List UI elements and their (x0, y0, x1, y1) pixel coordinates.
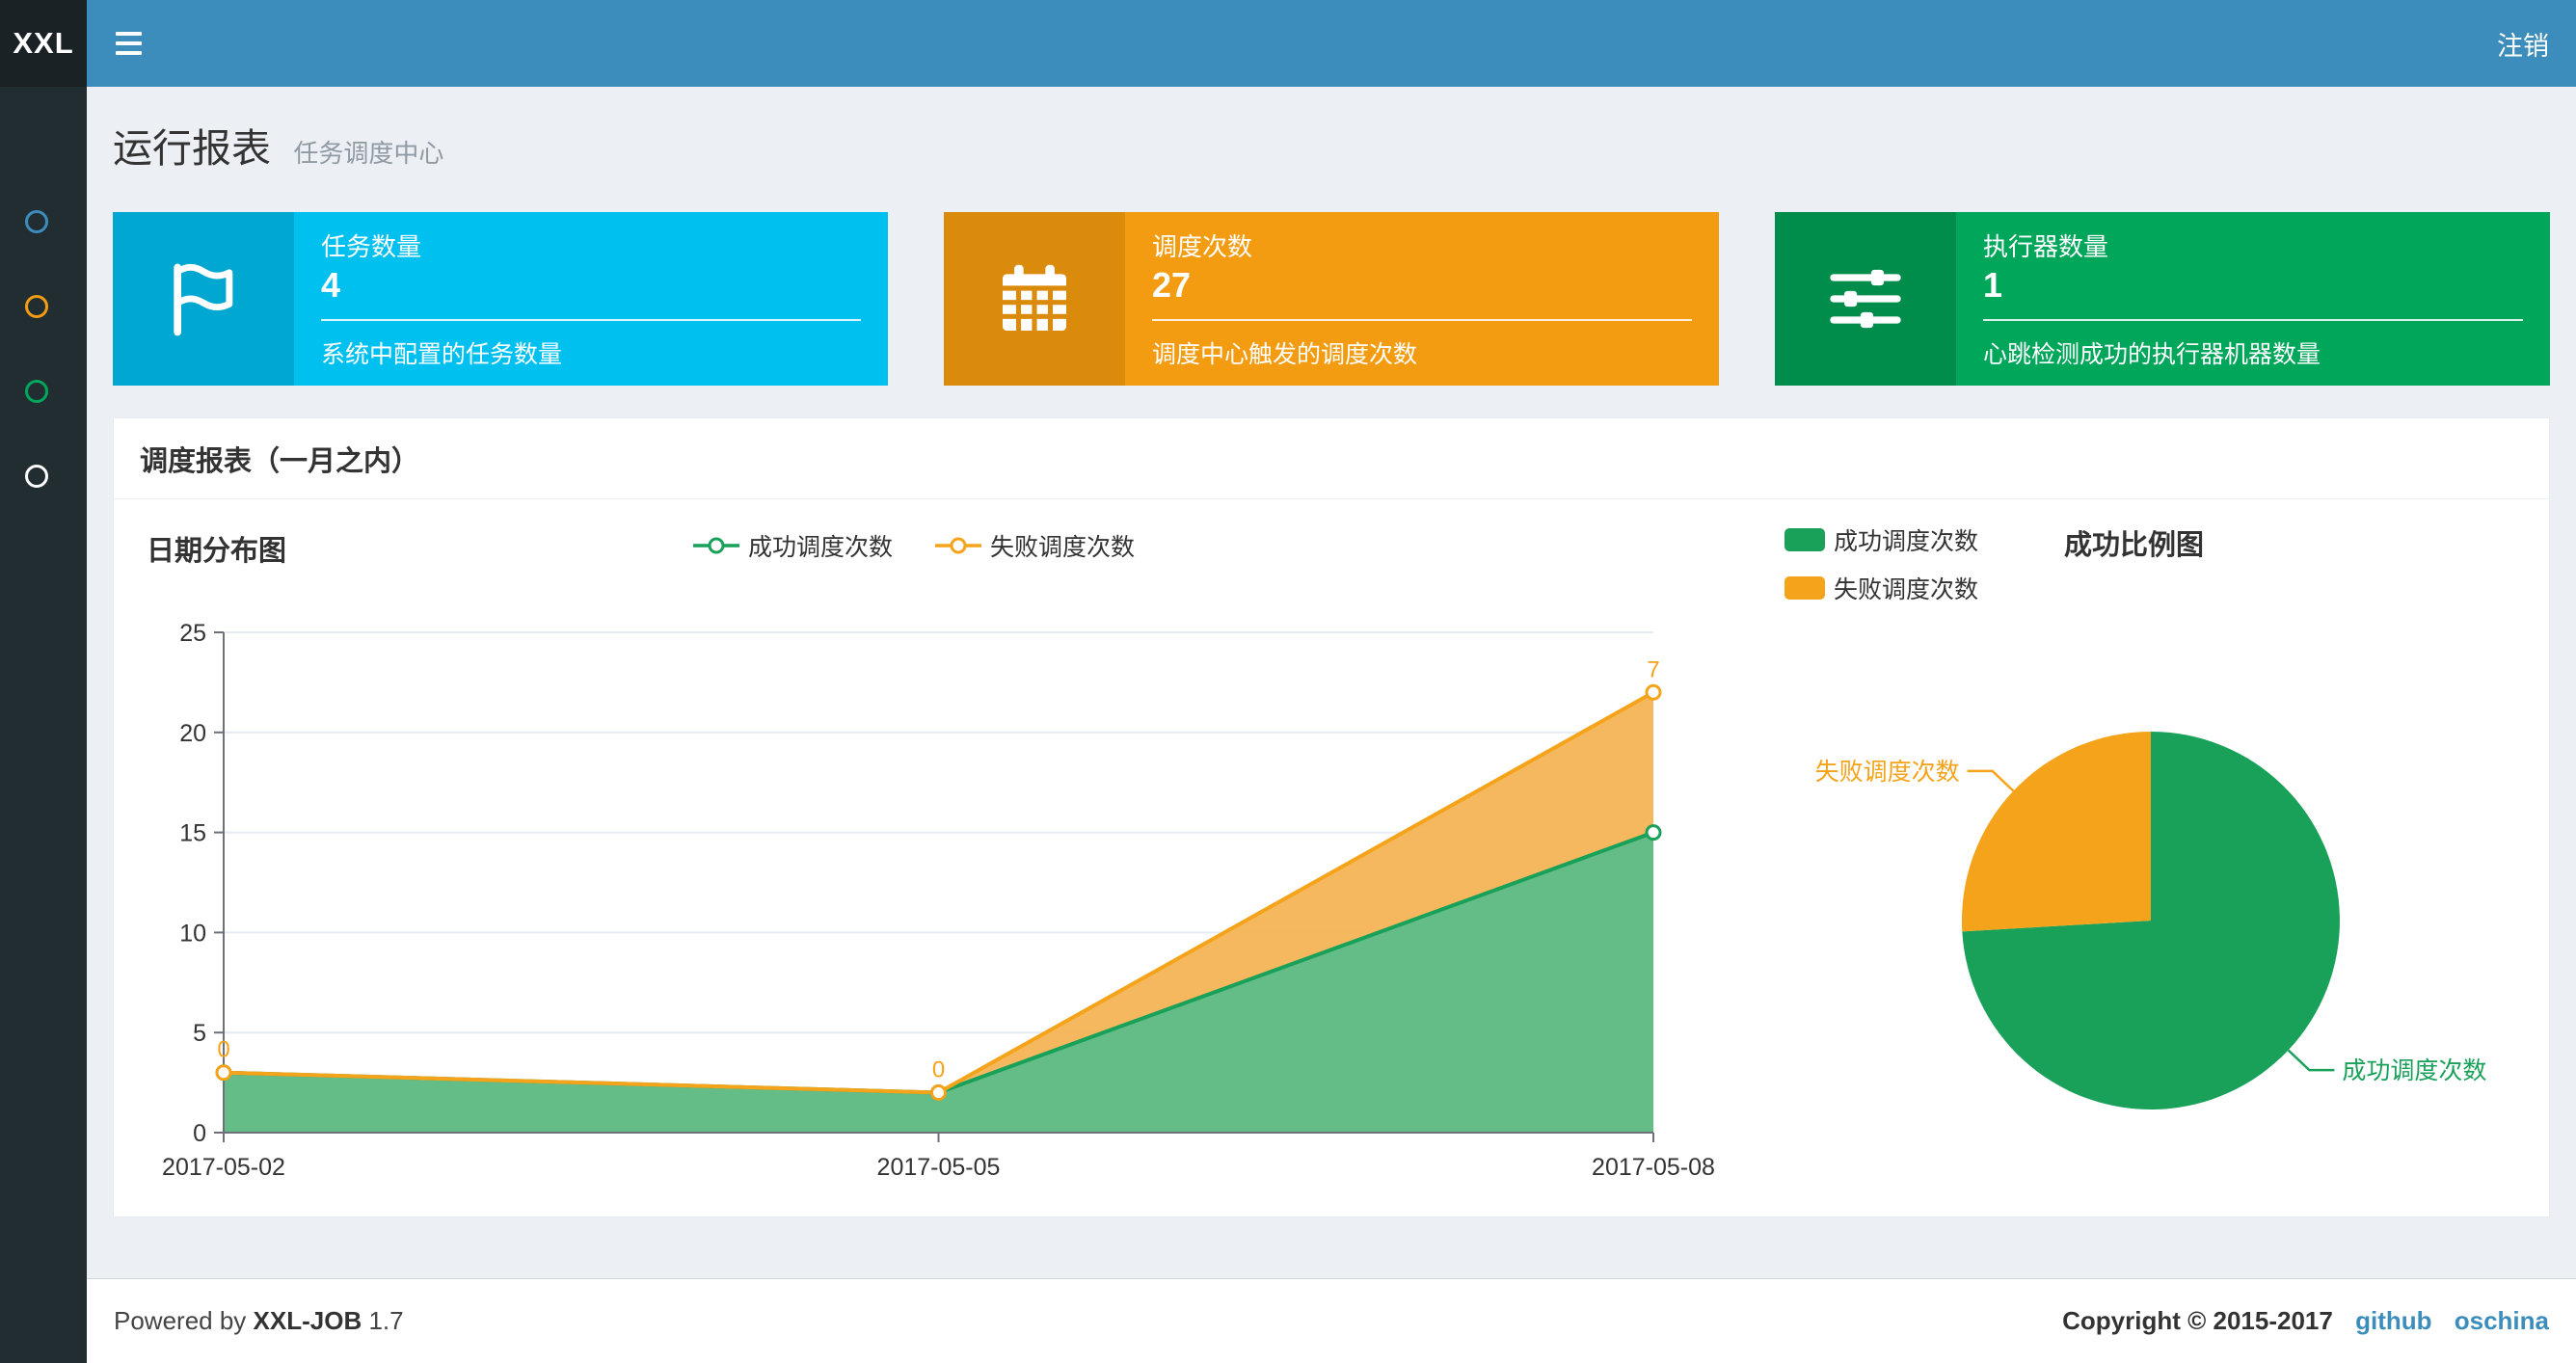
y-tick-label: 25 (179, 620, 206, 647)
info-box: 调度次数 27 调度中心触发的调度次数 (944, 212, 1719, 386)
pie-label: 失败调度次数 (1815, 759, 1960, 786)
info-box-value: 27 (1152, 265, 1192, 305)
sidebar-item-1[interactable] (0, 191, 87, 253)
chart-point (1645, 683, 1662, 701)
y-tick-label: 20 (179, 720, 206, 747)
sidebar (0, 87, 87, 1363)
hamburger-icon (115, 32, 142, 36)
circle-icon (25, 295, 48, 318)
navbar: 注销 (87, 0, 2576, 87)
report-panel: 调度报表（一月之内） 日期分布图 成功调度次数 失败调度次数 0 5 10 15 20 25… (113, 417, 2550, 1217)
info-box-desc: 调度中心触发的调度次数 (1152, 341, 1418, 368)
info-box-desc: 系统中配置的任务数量 (321, 341, 563, 368)
divider (321, 319, 861, 321)
calendar-icon (944, 212, 1125, 386)
y-tick-label: 0 (193, 1120, 206, 1147)
y-tick-label: 5 (193, 1020, 206, 1047)
point-label: 7 (1647, 656, 1659, 682)
pie-label: 成功调度次数 (2342, 1057, 2486, 1084)
powered-by: Powered by XXL-JOB 1.7 (114, 1306, 404, 1335)
info-box: 执行器数量 1 心跳检测成功的执行器机器数量 (1775, 212, 2550, 386)
pie-label-line (1967, 769, 2015, 792)
charts-area: 日期分布图 成功调度次数 失败调度次数 0 5 10 15 20 25 2017-05-02 2… (114, 499, 2549, 1216)
sliders-icon (1775, 212, 1956, 386)
copyright-text: Copyright © 2015-2017 (2062, 1306, 2333, 1335)
page-header: 运行报表 任务调度中心 (87, 87, 2576, 174)
sidebar-item-3[interactable] (0, 361, 87, 422)
sidebar-item-4[interactable] (0, 445, 87, 507)
sidebar-item-2[interactable] (0, 276, 87, 337)
chart-point (930, 1083, 947, 1101)
info-box-label: 执行器数量 (1983, 232, 2109, 261)
pie-slice (1961, 732, 2151, 932)
summary-boxes: 任务数量 4 系统中配置的任务数量 调度次数 27 调度中心触发的调度次数 执行… (113, 212, 2550, 386)
top-navbar: XXL 注销 (0, 0, 2576, 87)
info-box: 任务数量 4 系统中配置的任务数量 (113, 212, 888, 386)
info-box-desc: 心跳检测成功的执行器机器数量 (1983, 341, 2321, 368)
date-distribution-chart: 05101520252017-05-02 2017-05-05 2017-05-08… (162, 620, 1714, 1181)
success-ratio-pie-chart: 成功调度次数 失败调度次数 (1815, 732, 2486, 1109)
panel-title: 调度报表（一月之内） (114, 418, 2549, 499)
info-box-label: 调度次数 (1152, 232, 1253, 261)
chart-point (1645, 824, 1662, 842)
x-tick-label: 2017-05-05 (877, 1154, 1001, 1181)
chart-point (215, 1064, 232, 1082)
sidebar-toggle-button[interactable] (87, 0, 170, 87)
circle-icon (25, 210, 48, 233)
github-link[interactable]: github (2355, 1306, 2431, 1335)
logout-link[interactable]: 注销 (2470, 0, 2576, 87)
circle-icon (25, 465, 48, 488)
flag-icon (113, 212, 294, 386)
point-label: 0 (932, 1056, 945, 1082)
page-subtitle: 任务调度中心 (293, 139, 444, 168)
copyright-area: Copyright © 2015-2017 github oschina (2062, 1306, 2549, 1336)
oschina-link[interactable]: oschina (2455, 1306, 2549, 1335)
product-version: 1.7 (368, 1306, 404, 1335)
app-logo-text: XXL (13, 26, 74, 60)
circle-icon (25, 380, 48, 403)
info-box-label: 任务数量 (321, 232, 422, 261)
info-box-value: 1 (1983, 265, 2003, 305)
product-name: XXL-JOB (253, 1306, 362, 1335)
page-title: 运行报表 (113, 126, 271, 171)
x-tick-label: 2017-05-02 (162, 1154, 285, 1181)
point-label: 0 (217, 1037, 229, 1063)
pie-label-line (2287, 1049, 2335, 1072)
info-box-value: 4 (321, 265, 341, 305)
content-wrapper: 运行报表 任务调度中心 任务数量 4 系统中配置的任务数量 调度次数 27 调度… (87, 87, 2576, 1278)
y-tick-label: 15 (179, 820, 206, 847)
footer: Powered by XXL-JOB 1.7 Copyright © 2015-… (87, 1278, 2576, 1363)
y-tick-label: 10 (179, 920, 206, 947)
divider (1152, 319, 1692, 321)
x-tick-label: 2017-05-08 (1592, 1154, 1714, 1181)
divider (1983, 319, 2523, 321)
app-logo[interactable]: XXL (0, 0, 87, 87)
